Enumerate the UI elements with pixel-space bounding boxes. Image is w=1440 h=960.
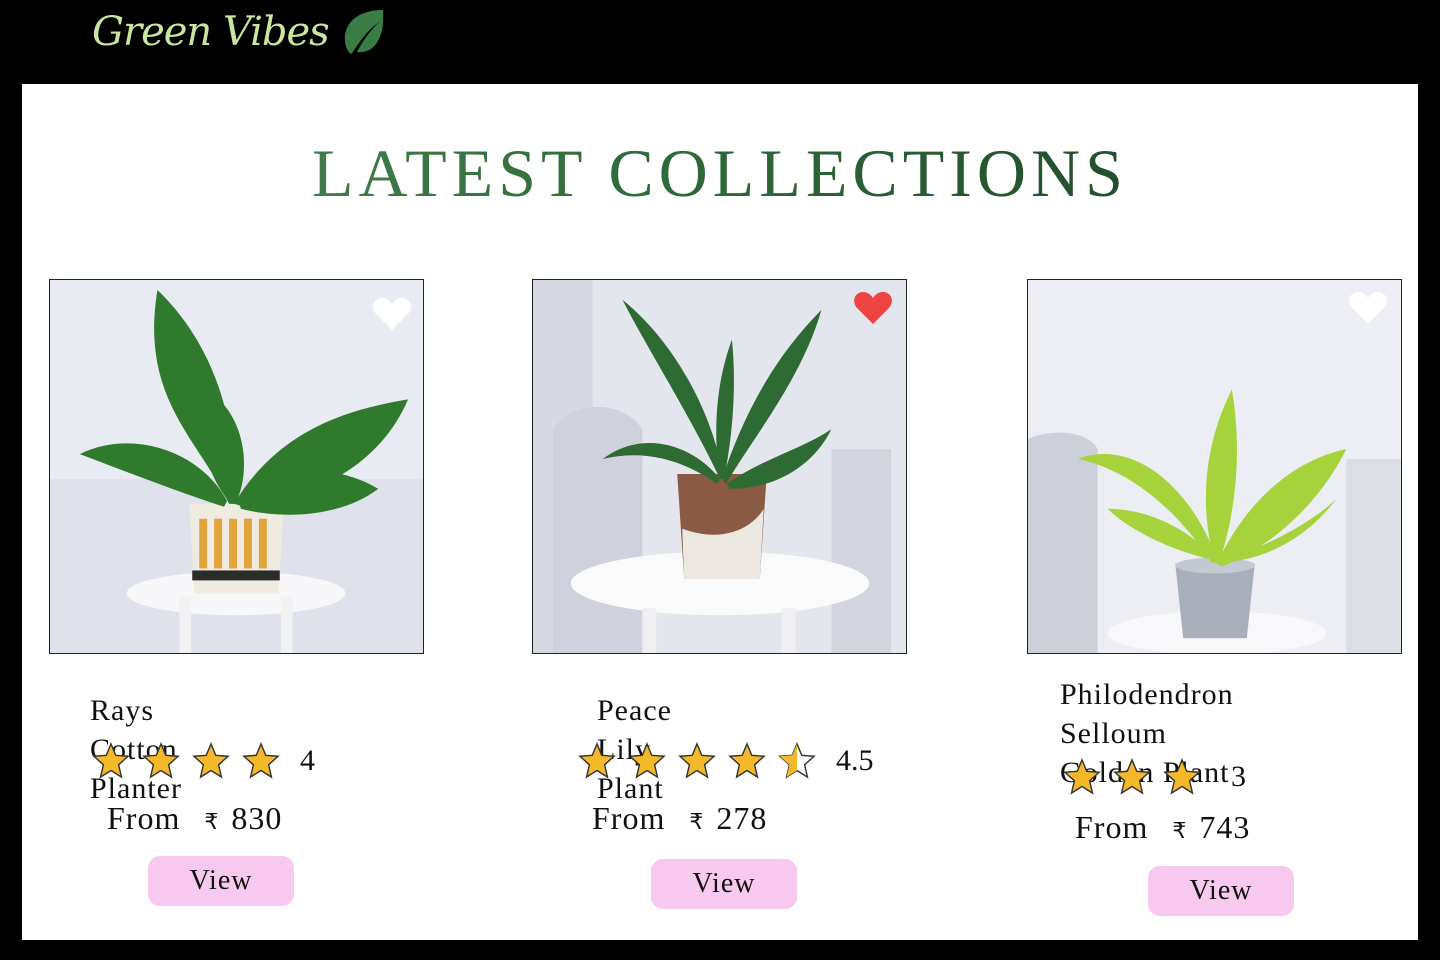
price-value: 278 xyxy=(716,800,768,836)
product-photo xyxy=(1028,280,1401,653)
product-image[interactable] xyxy=(532,279,907,654)
heart-icon[interactable] xyxy=(372,296,412,332)
heart-icon[interactable] xyxy=(853,290,893,326)
star-rating: 4.5 xyxy=(578,742,874,780)
star-icon xyxy=(242,742,280,779)
price-label: From xyxy=(107,800,181,836)
star-rating: 4 xyxy=(92,742,315,780)
view-button[interactable]: View xyxy=(148,856,294,906)
star-icon xyxy=(678,742,716,779)
star-icon xyxy=(192,742,230,779)
price: From ₹ 278 xyxy=(592,800,767,837)
product-photo xyxy=(50,280,423,653)
star-icon xyxy=(1113,758,1151,795)
rating-value: 4.5 xyxy=(836,744,874,777)
rating-value: 3 xyxy=(1231,760,1246,793)
brand-name: Green Vibes xyxy=(92,9,330,55)
leaf-icon xyxy=(344,10,383,54)
price: From ₹ 743 xyxy=(1075,809,1250,846)
star-icon xyxy=(142,742,180,779)
product-name-line: Philodendron Selloum xyxy=(1060,678,1234,750)
rating-value: 4 xyxy=(300,744,315,777)
collections-panel: LATEST COLLECTIONS Rays Cotton Planter 4… xyxy=(22,84,1418,940)
view-button[interactable]: View xyxy=(651,859,797,909)
product-photo xyxy=(533,280,906,653)
star-rating: 3 xyxy=(1063,758,1246,796)
view-button[interactable]: View xyxy=(1148,866,1294,916)
half-star-icon xyxy=(778,742,816,779)
star-icon xyxy=(578,742,616,779)
product-image[interactable] xyxy=(49,279,424,654)
price-label: From xyxy=(1075,809,1149,845)
rupee-icon: ₹ xyxy=(1172,819,1188,844)
product-image[interactable] xyxy=(1027,279,1402,654)
heart-icon[interactable] xyxy=(1348,290,1388,326)
star-icon xyxy=(92,742,130,779)
rupee-icon: ₹ xyxy=(204,810,220,835)
star-icon xyxy=(1063,758,1101,795)
top-bar: Green Vibes xyxy=(0,0,1440,84)
star-icon xyxy=(1163,758,1201,795)
price-label: From xyxy=(592,800,666,836)
section-title: LATEST COLLECTIONS xyxy=(22,134,1418,213)
price-value: 743 xyxy=(1199,809,1251,845)
price: From ₹ 830 xyxy=(107,800,282,837)
star-icon xyxy=(728,742,766,779)
brand-logo[interactable]: Green Vibes xyxy=(92,6,387,58)
price-value: 830 xyxy=(231,800,283,836)
star-icon xyxy=(628,742,666,779)
rupee-icon: ₹ xyxy=(689,810,705,835)
